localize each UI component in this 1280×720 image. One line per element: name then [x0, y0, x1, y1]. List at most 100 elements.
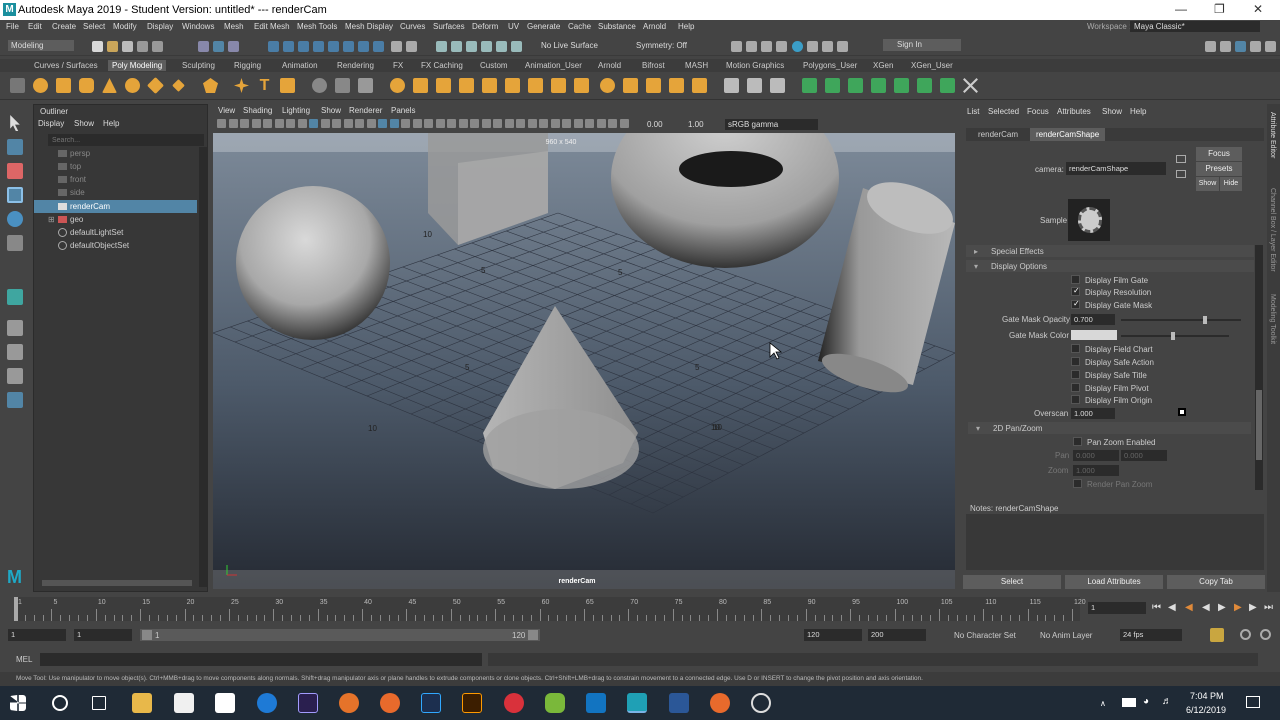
slider-handle[interactable] — [1203, 316, 1207, 324]
viewport-tool-icon[interactable] — [297, 119, 307, 128]
ae-menu-selected[interactable]: Selected — [988, 107, 1019, 116]
section-display-options[interactable]: ▾ Display Options — [966, 260, 1254, 272]
end-time-field[interactable]: 200 — [868, 629, 926, 641]
side-tab-channel-box[interactable]: Channel Box / Layer Editor — [1269, 188, 1276, 272]
gate-mask-opacity-field[interactable]: 0.700 — [1071, 314, 1115, 325]
gate-mask-color-slider[interactable] — [1121, 332, 1229, 340]
poly-plane-icon[interactable] — [147, 77, 164, 94]
mask-icon-8[interactable] — [373, 41, 384, 52]
menu-windows[interactable]: Windows — [182, 22, 214, 31]
volume-icon[interactable]: ♬ — [1162, 696, 1172, 707]
render-icon[interactable] — [731, 41, 742, 52]
save-scene-icon[interactable] — [122, 41, 133, 52]
mel-label[interactable]: MEL — [16, 655, 32, 664]
camera-name-field[interactable]: renderCamShape — [1066, 162, 1166, 175]
select-object-icon[interactable] — [213, 41, 224, 52]
viewport-tool-icon[interactable] — [585, 119, 594, 128]
layout-four-icon[interactable] — [7, 344, 23, 360]
layout-outliner-icon[interactable] — [7, 392, 23, 408]
arnold-ipr-icon[interactable] — [807, 41, 818, 52]
poly-sphere[interactable] — [236, 186, 390, 340]
color-space-select[interactable]: sRGB gamma — [725, 119, 818, 130]
menu-help[interactable]: Help — [678, 22, 694, 31]
super-shape-icon[interactable] — [234, 78, 249, 93]
attribute-editor-toggle-icon[interactable] — [1235, 41, 1246, 52]
menu-generate[interactable]: Generate — [527, 22, 560, 31]
zoom-field[interactable]: 1.000 — [1073, 465, 1119, 476]
store-icon[interactable] — [174, 693, 194, 713]
shelf-tab-arnold[interactable]: Arnold — [594, 60, 625, 71]
overscan-field[interactable]: 1.000 — [1071, 408, 1115, 419]
viewport-tool-icon[interactable] — [412, 119, 422, 128]
after-effects-icon[interactable] — [298, 693, 318, 713]
mail-icon[interactable] — [215, 693, 235, 713]
viewport-tool-icon[interactable] — [228, 119, 238, 128]
lasso-tool-icon[interactable] — [7, 139, 23, 155]
viewport-tool-icon[interactable] — [493, 119, 502, 128]
toolkit-toggle-icon[interactable] — [1265, 41, 1276, 52]
mask-icon-4[interactable] — [313, 41, 324, 52]
command-input[interactable] — [40, 653, 482, 666]
new-scene-icon[interactable] — [92, 41, 103, 52]
viewport-tool-icon[interactable] — [240, 119, 249, 128]
step-forward-frame-icon[interactable]: ▶ — [1234, 602, 1242, 613]
redo-icon[interactable] — [152, 41, 163, 52]
pause-icon[interactable] — [837, 41, 848, 52]
render-settings-icon[interactable] — [761, 41, 772, 52]
uv-icon[interactable] — [335, 78, 350, 93]
viewport-menu-renderer[interactable]: Renderer — [349, 106, 382, 115]
viewport-tool-icon[interactable] — [286, 119, 295, 128]
app-icon-3[interactable] — [751, 693, 771, 713]
ae-menu-focus[interactable]: Focus — [1027, 107, 1049, 116]
ae-scrollbar-thumb[interactable] — [1256, 390, 1262, 460]
display-gate-mask-checkbox[interactable] — [1071, 299, 1080, 309]
slider-handle[interactable] — [1171, 332, 1175, 340]
viewport-tool-icon[interactable] — [320, 119, 330, 128]
layout-uv-icon[interactable] — [894, 78, 909, 93]
playblast-icon[interactable] — [822, 41, 833, 52]
viewport-tool-icon[interactable] — [481, 119, 491, 128]
taskbar-date[interactable]: 6/12/2019 — [1186, 705, 1226, 715]
start-time-field[interactable]: 1 — [8, 629, 66, 641]
planar-map-icon[interactable] — [825, 78, 840, 93]
playback-range-bar[interactable]: 1 120 — [140, 629, 540, 641]
maya-taskbar-icon[interactable] — [627, 693, 647, 713]
pan-x-field[interactable]: 0.000 — [1073, 450, 1119, 461]
shelf-settings-icon[interactable] — [10, 78, 25, 93]
quad-draw-icon[interactable] — [770, 78, 785, 93]
exposure-field[interactable]: 0.00 — [647, 120, 663, 129]
menu-mesh-display[interactable]: Mesh Display — [345, 22, 393, 31]
update-icon[interactable] — [1176, 170, 1186, 178]
menu-mesh[interactable]: Mesh — [224, 22, 244, 31]
move-tool-icon[interactable] — [7, 187, 23, 203]
current-frame-field[interactable]: 1 — [1088, 602, 1146, 614]
photoshop-icon[interactable] — [421, 693, 441, 713]
range-start-handle[interactable] — [142, 630, 152, 640]
viewport-tool-icon[interactable] — [263, 119, 272, 128]
poly-cone-icon[interactable] — [102, 78, 117, 93]
hide-button[interactable]: Hide — [1220, 177, 1242, 191]
viewport-tool-icon[interactable] — [424, 119, 433, 128]
sculpt-icon[interactable] — [312, 78, 327, 93]
expand-icon[interactable]: ⊞ — [48, 215, 55, 224]
map-icon[interactable] — [1178, 408, 1186, 416]
timeline-ruler[interactable]: 1 5 10 15 20 25 30 35 40 45 50 55 60 65 70 75 80 85 90 95 10… — [14, 597, 1086, 621]
snap-live-icon[interactable] — [511, 41, 522, 52]
maximize-icon[interactable]: ❐ — [1214, 2, 1225, 16]
fps-select[interactable]: 24 fps — [1120, 629, 1182, 641]
multi-cut-icon[interactable] — [724, 78, 739, 93]
menu-select[interactable]: Select — [83, 22, 105, 31]
play-backwards-icon[interactable]: ◀ — [1202, 602, 1210, 613]
shelf-tab-xgen[interactable]: XGen — [869, 60, 897, 71]
viewport-tool-icon[interactable] — [539, 119, 548, 128]
notes-textarea[interactable] — [966, 514, 1264, 570]
focus-button[interactable]: Focus — [1196, 147, 1242, 161]
viewport-tool-icon[interactable] — [562, 119, 571, 128]
viewport-menu-view[interactable]: View — [218, 106, 235, 115]
menu-display[interactable]: Display — [147, 22, 173, 31]
search-icon[interactable] — [52, 695, 68, 711]
go-to-end-icon[interactable]: ⏭ — [1264, 602, 1273, 613]
unfold-icon[interactable] — [871, 78, 886, 93]
layout-icon-1[interactable] — [1205, 41, 1216, 52]
ae-tab-rendercamshape[interactable]: renderCamShape — [1030, 128, 1106, 141]
